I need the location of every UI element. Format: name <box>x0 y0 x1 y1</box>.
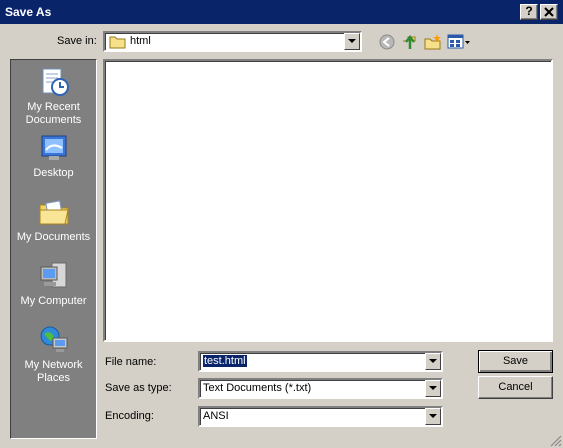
save-as-type-dropdown[interactable]: Text Documents (*.txt) <box>198 378 443 399</box>
chevron-down-icon[interactable] <box>425 380 441 397</box>
place-label: My Recent <box>27 101 80 113</box>
chevron-down-icon[interactable] <box>425 353 441 370</box>
help-button[interactable]: ? <box>520 4 538 20</box>
save-in-label: Save in: <box>57 35 97 47</box>
close-button[interactable] <box>540 4 558 20</box>
place-label: My Computer <box>20 295 87 307</box>
place-label: My Documents <box>16 231 91 243</box>
file-name-label: File name: <box>105 356 157 368</box>
place-my-network-places[interactable]: My Network Places <box>11 324 96 385</box>
chevron-down-icon[interactable] <box>425 408 441 425</box>
place-label: Documents <box>25 114 82 126</box>
place-desktop[interactable]: Desktop <box>11 132 96 180</box>
title-bar: Save As ? <box>0 0 563 24</box>
my-documents-icon <box>39 200 69 225</box>
place-recent-documents[interactable]: My Recent Documents <box>11 66 96 127</box>
file-name-value: test.html <box>202 354 248 368</box>
desktop-icon <box>41 135 66 160</box>
encoding-value: ANSI <box>203 410 229 422</box>
encoding-label: Encoding: <box>105 410 154 422</box>
up-one-level-icon[interactable] <box>401 33 419 51</box>
place-my-computer[interactable]: My Computer <box>11 260 96 308</box>
chevron-down-icon[interactable] <box>344 33 360 50</box>
recent-documents-icon <box>42 68 69 96</box>
save-button[interactable]: Save <box>478 350 553 373</box>
place-label: My Network <box>24 359 83 371</box>
back-icon[interactable] <box>378 33 396 51</box>
places-bar: My Recent Documents Desktop My Documents <box>10 59 97 439</box>
folder-icon <box>109 36 126 49</box>
save-as-dialog: Save As ? Save in: html My Recent Docume… <box>0 0 563 448</box>
new-folder-icon[interactable] <box>424 33 442 51</box>
my-computer-icon <box>40 262 66 288</box>
network-places-icon <box>40 326 67 352</box>
encoding-dropdown[interactable]: ANSI <box>198 406 443 427</box>
save-in-value: html <box>130 35 151 47</box>
view-menu-icon[interactable] <box>447 33 471 51</box>
cancel-button[interactable]: Cancel <box>478 376 553 399</box>
place-label: Desktop <box>33 167 74 179</box>
file-list[interactable] <box>103 59 553 342</box>
resize-grip-icon[interactable] <box>550 435 562 447</box>
close-icon <box>544 7 554 17</box>
place-label: Places <box>36 372 71 384</box>
save-as-type-value: Text Documents (*.txt) <box>203 382 312 394</box>
file-name-field[interactable]: test.html <box>198 351 443 372</box>
save-as-type-label: Save as type: <box>105 382 172 394</box>
place-my-documents[interactable]: My Documents <box>11 196 96 244</box>
dialog-title: Save As <box>5 5 52 19</box>
save-in-dropdown[interactable]: html <box>103 31 362 52</box>
